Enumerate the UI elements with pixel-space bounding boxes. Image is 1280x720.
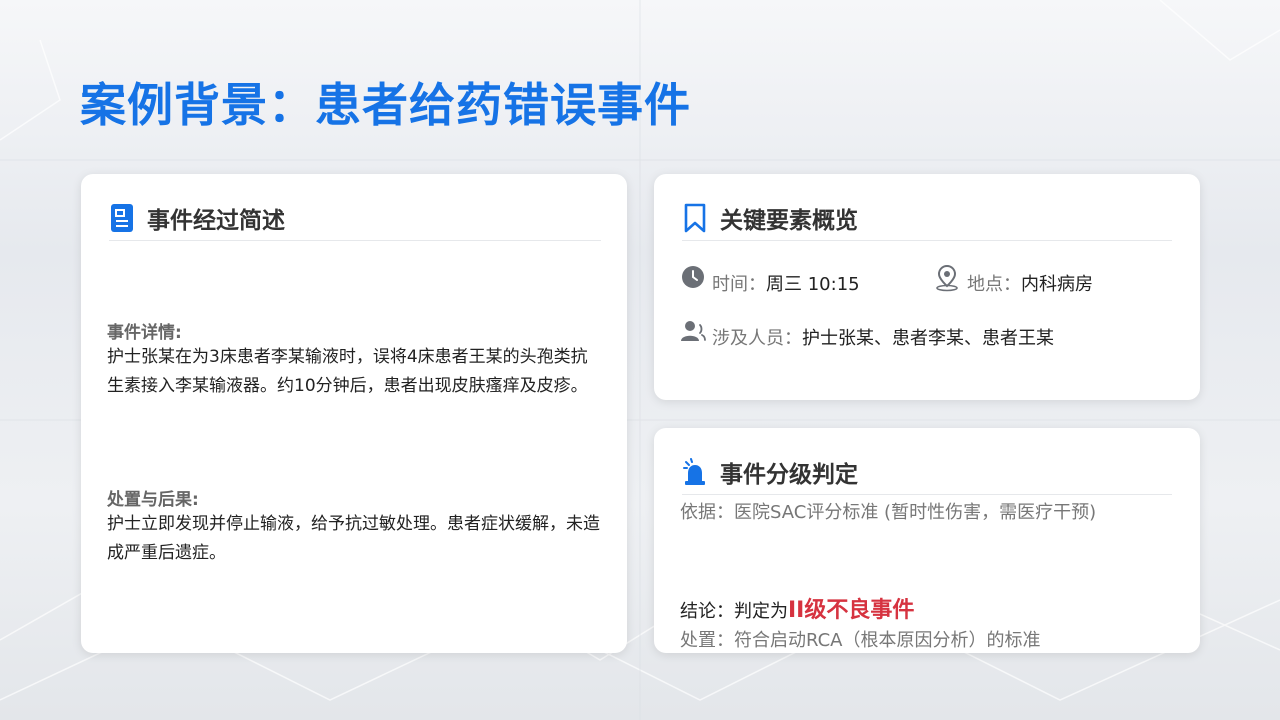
- basis-value: 医院SAC评分标准 (暂时性伤害，需医疗干预): [734, 502, 1097, 523]
- key-elements-card: 关键要素概览 时间： 周三 10:15 地点： 内科病房 涉及人员： 护士张某、…: [654, 174, 1200, 400]
- people-label: 涉及人员：: [712, 328, 802, 349]
- key-elements-title: 关键要素概览: [720, 208, 858, 234]
- action-row: 处置：符合启动RCA（根本原因分析）的标准: [680, 626, 1041, 652]
- event-details-text: 护士张某在为3床患者李某输液时，误将4床患者王某的头孢类抗生素接入李某输液器。约…: [107, 347, 588, 396]
- grading-header: 事件分级判定: [682, 450, 1172, 495]
- location-pin-icon: [934, 264, 960, 292]
- conclusion-label: 结论：: [680, 601, 734, 622]
- place-label: 地点：: [967, 274, 1021, 295]
- people-icon: [680, 319, 706, 345]
- action-label: 处置：: [680, 630, 734, 651]
- handling-text: 护士立即发现并停止输液，给予抗过敏处理。患者症状缓解，未造成严重后遗症。: [107, 514, 600, 563]
- time-value: 周三 10:15: [766, 274, 860, 295]
- people-row: 涉及人员： 护士张某、患者李某、患者王某: [680, 314, 1054, 350]
- people-value: 护士张某、患者李某、患者王某: [802, 328, 1054, 349]
- action-value: 符合启动RCA（根本原因分析）的标准: [734, 630, 1041, 651]
- conclusion-row: 结论： 判定为 II级不良事件: [680, 592, 914, 624]
- grading-title: 事件分级判定: [720, 462, 858, 488]
- clock-icon: [680, 265, 706, 291]
- page-title: 案例背景：患者给药错误事件: [80, 78, 691, 132]
- basis-label: 依据：: [680, 502, 734, 523]
- conclusion-value: II级不良事件: [788, 598, 915, 623]
- basis-row: 依据：医院SAC评分标准 (暂时性伤害，需医疗干预): [680, 498, 1096, 524]
- key-elements-header: 关键要素概览: [682, 196, 1172, 241]
- event-summary-title: 事件经过简述: [147, 208, 285, 234]
- time-row: 时间： 周三 10:15: [680, 260, 860, 296]
- handling-label: 处置与后果:: [107, 490, 199, 510]
- event-summary-header: 事件经过简述: [109, 196, 601, 241]
- time-label: 时间：: [712, 274, 766, 295]
- bookmark-icon: [682, 203, 708, 233]
- event-details-label: 事件详情:: [107, 323, 182, 343]
- event-summary-card: 事件经过简述 事件详情: 护士张某在为3床患者李某输液时，误将4床患者王某的头孢…: [81, 174, 627, 653]
- siren-icon: [682, 457, 708, 487]
- conclusion-prefix: 判定为: [734, 601, 788, 622]
- place-row: 地点： 内科病房: [934, 260, 1093, 296]
- place-value: 内科病房: [1021, 274, 1093, 295]
- document-icon: [109, 203, 135, 233]
- grading-card: 事件分级判定 依据：医院SAC评分标准 (暂时性伤害，需医疗干预) 结论： 判定为…: [654, 428, 1200, 653]
